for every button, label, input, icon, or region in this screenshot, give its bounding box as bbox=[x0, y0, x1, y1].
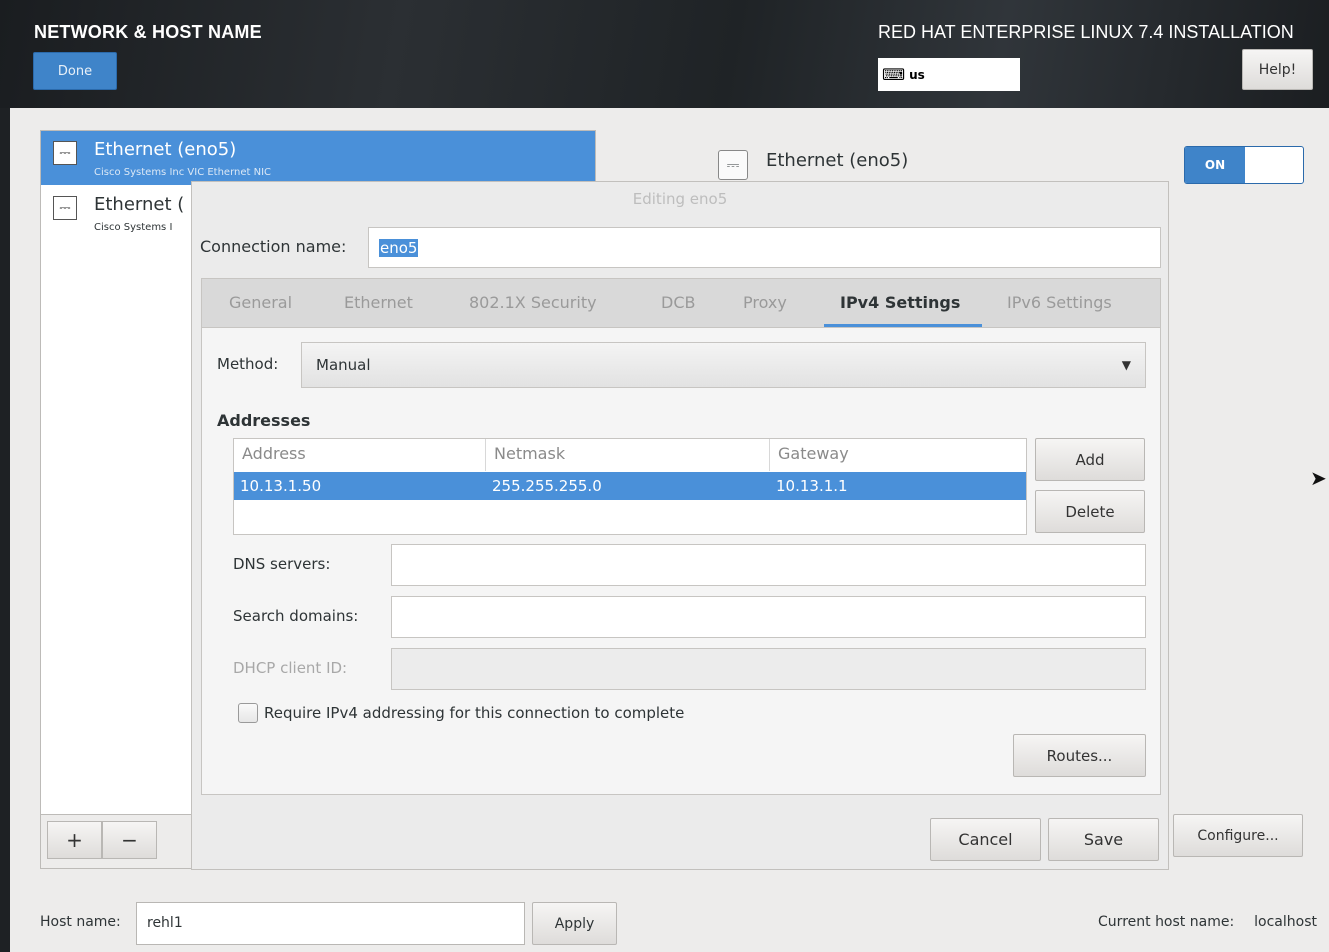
device-detail-name: Ethernet (eno5) bbox=[766, 150, 909, 171]
host-name-label: Host name: bbox=[40, 914, 121, 930]
current-host-name: Current host name: localhost bbox=[1098, 914, 1317, 930]
ethernet-icon: ⎓ bbox=[53, 141, 77, 165]
connection-name-label: Connection name: bbox=[200, 237, 347, 256]
cell-netmask[interactable]: 255.255.255.0 bbox=[486, 472, 602, 500]
help-button[interactable]: Help! bbox=[1242, 49, 1313, 90]
connection-name-value: eno5 bbox=[379, 238, 419, 257]
add-device-button[interactable]: + bbox=[47, 821, 102, 859]
editing-dialog: Editing eno5 Connection name: eno5 Gener… bbox=[191, 181, 1169, 870]
product-title: RED HAT ENTERPRISE LINUX 7.4 INSTALLATIO… bbox=[878, 22, 1294, 42]
mouse-pointer-icon: ➤ bbox=[1310, 466, 1327, 490]
column-header-address[interactable]: Address bbox=[234, 439, 486, 471]
addresses-table: Address Netmask Gateway 10.13.1.50 255.2… bbox=[233, 438, 1027, 535]
tab-8021x-security[interactable]: 802.1X Security bbox=[469, 293, 597, 312]
require-ipv4-option[interactable]: Require IPv4 addressing for this connect… bbox=[238, 703, 684, 723]
device-toggle[interactable]: ON bbox=[1184, 146, 1304, 184]
cell-gateway[interactable]: 10.13.1.1 bbox=[770, 472, 848, 500]
cancel-button[interactable]: Cancel bbox=[930, 818, 1041, 861]
delete-address-button[interactable]: Delete bbox=[1035, 490, 1145, 533]
current-host-label: Current host name: bbox=[1098, 914, 1235, 930]
remove-device-button[interactable]: − bbox=[102, 821, 157, 859]
keyboard-layout-label: us bbox=[909, 67, 925, 82]
dialog-title: Editing eno5 bbox=[632, 190, 728, 208]
tab-dcb[interactable]: DCB bbox=[661, 293, 695, 312]
dhcp-client-id-input bbox=[391, 648, 1146, 690]
dropdown-arrow-icon: ▼ bbox=[1121, 358, 1131, 372]
require-ipv4-checkbox[interactable] bbox=[238, 703, 258, 723]
device-name: Ethernet ( bbox=[94, 194, 185, 215]
search-domains-input[interactable] bbox=[391, 596, 1146, 638]
tab-general[interactable]: General bbox=[229, 293, 292, 312]
column-header-netmask[interactable]: Netmask bbox=[486, 439, 770, 471]
device-description: Cisco Systems Inc VIC Ethernet NIC bbox=[94, 167, 272, 178]
require-ipv4-label: Require IPv4 addressing for this connect… bbox=[264, 704, 685, 722]
configure-button[interactable]: Configure... bbox=[1173, 814, 1303, 857]
method-label: Method: bbox=[217, 355, 279, 373]
connection-name-input[interactable]: eno5 bbox=[368, 227, 1161, 268]
tab-ethernet[interactable]: Ethernet bbox=[344, 293, 413, 312]
current-host-value: localhost bbox=[1254, 914, 1317, 930]
host-name-input[interactable]: rehl1 bbox=[136, 902, 525, 945]
device-item-eno5[interactable]: ⎓ Ethernet (eno5) Cisco Systems Inc VIC … bbox=[41, 131, 595, 185]
keyboard-icon: ⌨ bbox=[882, 65, 906, 84]
page-title: NETWORK & HOST NAME bbox=[34, 22, 262, 42]
method-value: Manual bbox=[316, 356, 371, 374]
tab-ipv6-settings[interactable]: IPv6 Settings bbox=[1007, 293, 1112, 312]
tab-bar: General Ethernet 802.1X Security DCB Pro… bbox=[202, 279, 1160, 328]
save-button[interactable]: Save bbox=[1048, 818, 1159, 861]
add-address-button[interactable]: Add bbox=[1035, 438, 1145, 481]
device-name: Ethernet (eno5) bbox=[94, 139, 237, 160]
dns-servers-label: DNS servers: bbox=[233, 555, 331, 573]
window-edge bbox=[0, 108, 10, 952]
cell-address[interactable]: 10.13.1.50 bbox=[234, 472, 321, 500]
dns-servers-input[interactable] bbox=[391, 544, 1146, 586]
active-tab-indicator bbox=[824, 324, 982, 327]
routes-button[interactable]: Routes... bbox=[1013, 734, 1146, 777]
ethernet-icon: ⎓ bbox=[53, 196, 77, 220]
method-dropdown[interactable]: Manual ▼ bbox=[301, 342, 1146, 388]
top-bar: NETWORK & HOST NAME Done RED HAT ENTERPR… bbox=[0, 0, 1329, 108]
tab-ipv4-settings[interactable]: IPv4 Settings bbox=[840, 293, 960, 312]
device-description: Cisco Systems I bbox=[94, 222, 173, 233]
dhcp-client-id-label: DHCP client ID: bbox=[233, 659, 348, 677]
toggle-on-label: ON bbox=[1185, 147, 1245, 183]
settings-notebook: General Ethernet 802.1X Security DCB Pro… bbox=[201, 278, 1161, 795]
ethernet-icon: ⎓ bbox=[718, 150, 748, 180]
table-row[interactable]: 10.13.1.50 255.255.255.0 10.13.1.1 bbox=[234, 472, 1026, 500]
search-domains-label: Search domains: bbox=[233, 607, 359, 625]
apply-button[interactable]: Apply bbox=[532, 902, 617, 945]
column-header-gateway[interactable]: Gateway bbox=[770, 439, 1026, 471]
keyboard-layout-indicator[interactable]: ⌨ us bbox=[878, 58, 1020, 91]
done-button[interactable]: Done bbox=[33, 52, 117, 90]
tab-proxy[interactable]: Proxy bbox=[743, 293, 787, 312]
addresses-heading: Addresses bbox=[217, 411, 311, 430]
